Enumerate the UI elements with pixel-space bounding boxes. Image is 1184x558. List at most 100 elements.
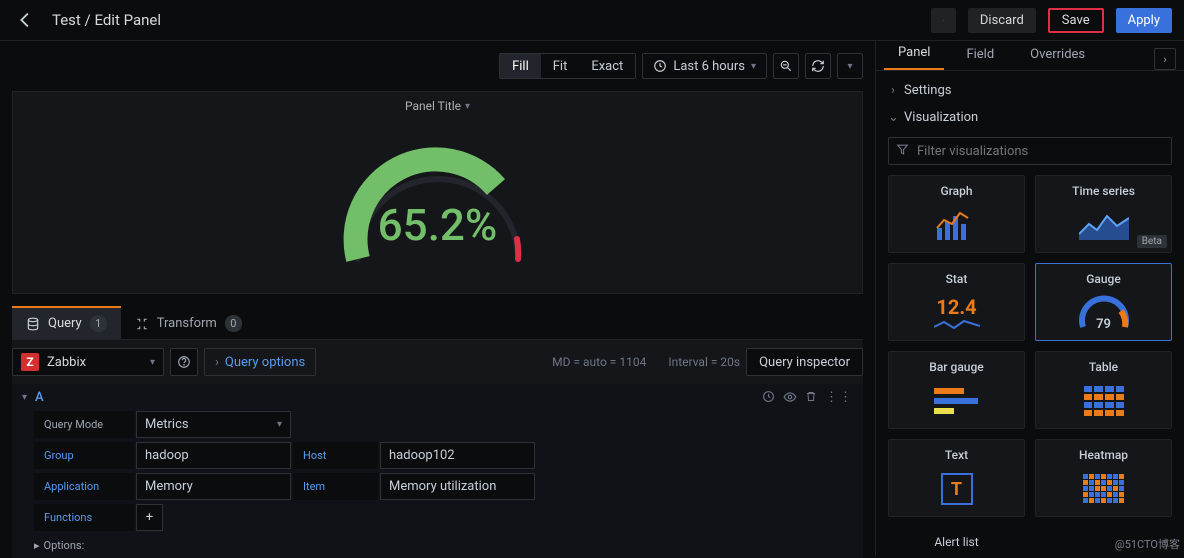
datasource-name: Zabbix: [47, 355, 86, 370]
chevron-right-icon: ›: [888, 83, 898, 98]
chevron-down-icon: ▾: [751, 61, 756, 72]
chevron-down-icon: ▾: [150, 357, 155, 368]
watermark: @51CTO博客: [1115, 536, 1180, 552]
section-settings-label: Settings: [904, 83, 951, 98]
discard-button[interactable]: Discard: [968, 8, 1036, 33]
bargauge-icon: [893, 378, 1020, 424]
item-field[interactable]: Memory utilization: [380, 473, 535, 500]
panel-preview: Panel Title ▾ 65.2%: [12, 91, 863, 294]
functions-label: Functions: [34, 504, 134, 531]
time-range-picker[interactable]: Last 6 hours ▾: [642, 53, 767, 79]
zabbix-icon: Z: [21, 353, 39, 371]
side-collapse-button[interactable]: ›: [1154, 48, 1176, 70]
apply-button[interactable]: Apply: [1116, 8, 1172, 33]
tab-query-label: Query: [48, 316, 82, 331]
viz-option-bargauge[interactable]: Bar gauge: [888, 351, 1025, 429]
settings-gear-button[interactable]: [931, 8, 956, 33]
side-tab-panel[interactable]: Panel: [884, 41, 944, 70]
stat-sample-value: 12.4: [936, 295, 976, 319]
viz-alertlist-label[interactable]: Alert list: [888, 527, 1025, 549]
query-options-expand[interactable]: ▸ Options:: [12, 535, 863, 558]
gauge-visualization: 65.2%: [323, 119, 553, 279]
viz-bargauge-label: Bar gauge: [929, 360, 983, 374]
graph-icon: [893, 202, 1020, 248]
view-mode-fit[interactable]: Fit: [541, 54, 580, 78]
chevron-right-icon: ›: [215, 355, 219, 370]
group-field[interactable]: hadoop: [136, 442, 291, 469]
gauge-sample-value: 79: [1040, 317, 1167, 332]
chevron-down-icon: ⌄: [888, 110, 898, 125]
query-letter[interactable]: A: [35, 390, 44, 405]
chevron-down-icon[interactable]: ▾: [22, 392, 27, 403]
chevron-down-icon: ▾: [277, 419, 282, 430]
query-inspector-button[interactable]: Query inspector: [746, 348, 863, 376]
group-value: hadoop: [145, 448, 189, 463]
viz-stat-label: Stat: [946, 272, 968, 286]
tab-query[interactable]: Query 1: [12, 306, 121, 339]
view-mode-fill[interactable]: Fill: [500, 54, 541, 78]
item-value: Memory utilization: [389, 479, 496, 494]
filter-icon: [896, 143, 909, 156]
group-label: Group: [34, 442, 134, 469]
query-options-label: Query options: [225, 355, 305, 370]
viz-option-timeseries[interactable]: Time series Beta: [1035, 175, 1172, 253]
add-function-button[interactable]: +: [136, 504, 163, 531]
viz-option-stat[interactable]: Stat 12.4: [888, 263, 1025, 341]
heatmap-icon: [1040, 466, 1167, 512]
transform-count-badge: 0: [225, 315, 242, 332]
view-mode-exact[interactable]: Exact: [579, 54, 635, 78]
beta-badge: Beta: [1137, 235, 1167, 248]
viz-graph-label: Graph: [940, 184, 972, 198]
query-count-badge: 1: [90, 315, 107, 332]
viz-heatmap-label: Heatmap: [1079, 448, 1128, 462]
query-duplicate-icon[interactable]: [762, 390, 775, 405]
query-mode-value: Metrics: [145, 417, 189, 432]
time-range-label: Last 6 hours: [673, 59, 745, 74]
page-title: Test / Edit Panel: [52, 11, 161, 29]
section-settings[interactable]: › Settings: [886, 77, 1174, 104]
query-mode-label: Query Mode: [34, 411, 134, 438]
database-icon: [26, 317, 40, 331]
host-field[interactable]: hadoop102: [380, 442, 535, 469]
datasource-select[interactable]: Z Zabbix ▾: [12, 348, 164, 376]
panel-title-label[interactable]: Panel Title: [405, 99, 461, 113]
gauge-icon: 79: [1040, 290, 1167, 336]
zoom-out-button[interactable]: [773, 53, 799, 79]
item-label: Item: [293, 473, 378, 500]
transform-icon: [135, 317, 149, 331]
viz-timeseries-label: Time series: [1072, 184, 1135, 198]
refresh-interval-dropdown[interactable]: ▾: [837, 53, 863, 79]
query-md-meta: MD = auto = 1104: [552, 355, 646, 369]
gauge-value: 65.2%: [323, 199, 553, 251]
query-delete-icon[interactable]: [805, 390, 817, 405]
visualization-filter-input[interactable]: [888, 137, 1172, 165]
viz-gauge-label: Gauge: [1086, 272, 1121, 286]
tab-transform[interactable]: Transform 0: [121, 308, 256, 339]
application-value: Memory: [145, 479, 193, 494]
section-visualization-label: Visualization: [904, 110, 978, 125]
query-drag-handle-icon[interactable]: ⋮⋮: [825, 390, 853, 405]
query-options-toggle[interactable]: › Query options: [204, 348, 316, 376]
save-button[interactable]: Save: [1048, 8, 1104, 33]
clock-icon: [653, 59, 667, 73]
viz-option-heatmap[interactable]: Heatmap: [1035, 439, 1172, 517]
application-field[interactable]: Memory: [136, 473, 291, 500]
query-mode-field[interactable]: Metrics ▾: [136, 411, 291, 438]
query-interval-meta: Interval = 20s: [668, 355, 740, 369]
options-label: Options:: [44, 539, 85, 552]
query-toggle-visibility-icon[interactable]: [783, 390, 797, 405]
side-tab-field[interactable]: Field: [952, 41, 1008, 70]
viz-option-graph[interactable]: Graph: [888, 175, 1025, 253]
chevron-down-icon[interactable]: ▾: [465, 101, 470, 112]
side-tab-overrides[interactable]: Overrides: [1016, 41, 1099, 70]
viz-option-table[interactable]: Table: [1035, 351, 1172, 429]
refresh-button[interactable]: [805, 53, 831, 79]
viz-text-label: Text: [945, 448, 968, 462]
viz-option-gauge[interactable]: Gauge 79: [1035, 263, 1172, 341]
section-visualization[interactable]: ⌄ Visualization: [886, 104, 1174, 131]
back-arrow-icon[interactable]: [12, 6, 40, 34]
viz-option-text[interactable]: Text T: [888, 439, 1025, 517]
viz-table-label: Table: [1089, 360, 1118, 374]
datasource-help-button[interactable]: [170, 348, 198, 376]
chevron-right-icon: ▸: [34, 539, 40, 552]
